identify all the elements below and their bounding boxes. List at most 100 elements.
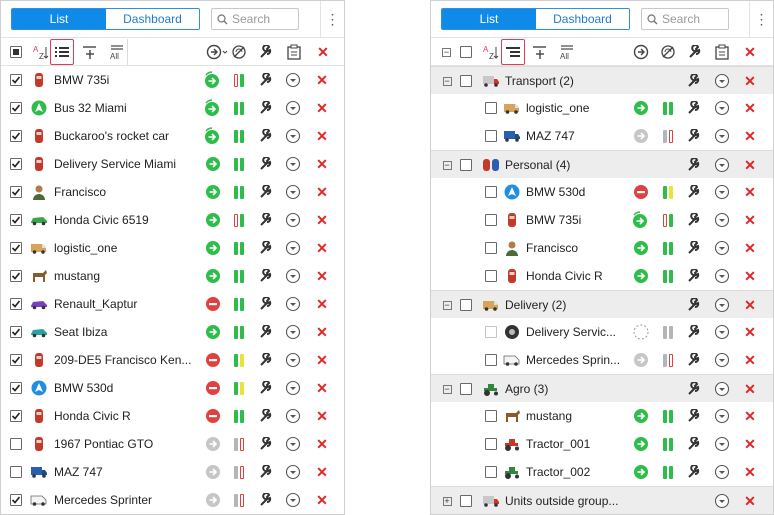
unit-name[interactable]: logistic_one: [526, 94, 631, 122]
unit-name[interactable]: BMW 530d: [526, 178, 631, 206]
unit-checkbox[interactable]: [10, 74, 22, 86]
unit-row[interactable]: mustang ✕: [1, 262, 344, 290]
actions-dropdown-icon[interactable]: [285, 206, 301, 234]
unit-row[interactable]: BMW 735i ✕: [431, 206, 773, 234]
connection-state-icon[interactable]: [230, 290, 248, 318]
wrench-icon[interactable]: [686, 458, 702, 486]
connection-state-icon[interactable]: [230, 318, 248, 346]
unit-name[interactable]: Francisco: [526, 234, 631, 262]
delete-icon[interactable]: ✕: [315, 402, 329, 430]
more-menu-icon[interactable]: ⋮: [749, 1, 773, 38]
arrow-green-icon[interactable]: [202, 178, 224, 206]
unit-checkbox[interactable]: [10, 130, 22, 142]
unit-row[interactable]: Honda Civic 6519 ✕: [1, 206, 344, 234]
unit-checkbox[interactable]: [10, 214, 22, 226]
wrench-icon[interactable]: [686, 151, 702, 179]
arrow-gray-icon[interactable]: [631, 346, 651, 374]
wrench-header-icon[interactable]: [259, 43, 273, 61]
unit-row[interactable]: Tractor_002 ✕: [431, 458, 773, 486]
wrench-icon[interactable]: [258, 66, 274, 94]
unit-checkbox[interactable]: [484, 122, 498, 150]
wrench-icon[interactable]: [258, 178, 274, 206]
add-all-icon[interactable]: All: [558, 43, 576, 61]
tab-list[interactable]: List: [12, 9, 106, 29]
unit-checkbox[interactable]: [9, 430, 23, 458]
delete-icon[interactable]: ✕: [743, 430, 757, 458]
tab-dashboard[interactable]: Dashboard: [106, 9, 199, 29]
stop-red-icon[interactable]: [202, 374, 224, 402]
connection-state-header-icon[interactable]: [230, 43, 248, 61]
unit-checkbox[interactable]: [485, 326, 497, 338]
collapse-group-icon[interactable]: −: [441, 151, 453, 179]
unit-row[interactable]: Bus 32 Miami ✕: [1, 94, 344, 122]
wrench-icon[interactable]: [258, 122, 274, 150]
actions-dropdown-icon[interactable]: [285, 234, 301, 262]
arrow-green-icon[interactable]: [202, 150, 224, 178]
unit-checkbox[interactable]: [10, 270, 22, 282]
actions-dropdown-icon[interactable]: [285, 150, 301, 178]
unit-name[interactable]: Tractor_001: [526, 430, 631, 458]
actions-dropdown-icon[interactable]: [714, 234, 730, 262]
unit-row[interactable]: MAZ 747 ✕: [1, 458, 344, 486]
group-row[interactable]: − Delivery (2) ✕: [431, 290, 773, 318]
unit-name[interactable]: Delivery Service Miami: [54, 150, 199, 178]
wrench-icon[interactable]: [258, 374, 274, 402]
unit-checkbox[interactable]: [9, 66, 23, 94]
delete-icon[interactable]: ✕: [315, 486, 329, 514]
group-name[interactable]: Agro (3): [505, 375, 635, 403]
wrench-icon[interactable]: [686, 262, 702, 290]
delete-icon[interactable]: ✕: [743, 234, 757, 262]
arrow-green-icon[interactable]: [202, 318, 224, 346]
unit-checkbox[interactable]: [10, 242, 22, 254]
arrow-green-icon[interactable]: [631, 234, 651, 262]
unit-checkbox[interactable]: [9, 178, 23, 206]
moving-green-icon[interactable]: [202, 122, 224, 150]
connection-state-icon[interactable]: [230, 402, 248, 430]
delete-icon[interactable]: ✕: [315, 66, 329, 94]
actions-dropdown-icon[interactable]: [285, 122, 301, 150]
motion-state-header-icon[interactable]: [205, 43, 229, 61]
group-checkbox[interactable]: [459, 291, 473, 319]
unit-name[interactable]: 1967 Pontiac GTO: [54, 430, 199, 458]
actions-dropdown-icon[interactable]: [714, 178, 730, 206]
arrow-green-icon[interactable]: [202, 234, 224, 262]
unit-row[interactable]: MAZ 747 ✕: [431, 122, 773, 150]
unit-checkbox[interactable]: [10, 158, 22, 170]
unit-row[interactable]: Honda Civic R ✕: [431, 262, 773, 290]
clipboard-header-icon[interactable]: [714, 43, 730, 61]
delete-icon[interactable]: ✕: [315, 346, 329, 374]
connection-state-icon[interactable]: [230, 150, 248, 178]
connection-state-icon[interactable]: [659, 122, 677, 150]
actions-dropdown-icon[interactable]: [285, 374, 301, 402]
group-name[interactable]: Units outside group...: [505, 487, 635, 514]
unit-checkbox[interactable]: [485, 410, 497, 422]
connection-state-icon[interactable]: [230, 122, 248, 150]
unit-checkbox[interactable]: [9, 458, 23, 486]
group-row[interactable]: + Units outside group... ✕: [431, 486, 773, 514]
collapse-all-icon[interactable]: −: [442, 43, 451, 61]
moving-green-icon[interactable]: [202, 66, 224, 94]
unit-row[interactable]: Francisco ✕: [431, 234, 773, 262]
connection-state-header-icon[interactable]: [659, 43, 677, 61]
wrench-icon[interactable]: [686, 178, 702, 206]
unit-row[interactable]: logistic_one ✕: [431, 94, 773, 122]
delete-icon[interactable]: ✕: [315, 290, 329, 318]
delete-icon[interactable]: ✕: [315, 150, 329, 178]
connection-state-icon[interactable]: [230, 430, 248, 458]
unit-checkbox[interactable]: [484, 234, 498, 262]
unit-checkbox[interactable]: [10, 494, 22, 506]
wrench-icon[interactable]: [258, 346, 274, 374]
unit-name[interactable]: BMW 735i: [526, 206, 631, 234]
wrench-icon[interactable]: [258, 234, 274, 262]
unit-checkbox[interactable]: [484, 458, 498, 486]
group-row[interactable]: − Personal (4) ✕: [431, 150, 773, 178]
unit-name[interactable]: BMW 530d: [54, 374, 199, 402]
wrench-icon[interactable]: [258, 94, 274, 122]
wrench-icon[interactable]: [686, 375, 702, 403]
arrow-green-icon[interactable]: [631, 94, 651, 122]
unit-row[interactable]: BMW 530d ✕: [1, 374, 344, 402]
connection-state-icon[interactable]: [230, 458, 248, 486]
unit-row[interactable]: BMW 530d ✕: [431, 178, 773, 206]
wrench-icon[interactable]: [686, 402, 702, 430]
expand-group-icon[interactable]: +: [441, 487, 453, 514]
